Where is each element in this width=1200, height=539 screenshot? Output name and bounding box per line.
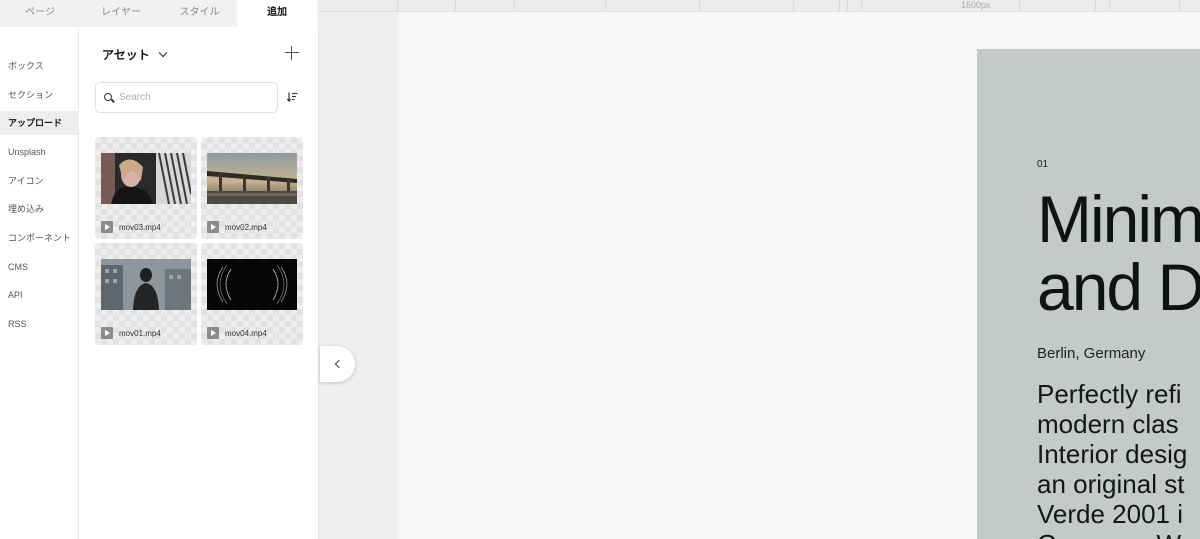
tab-style[interactable]: スタイル <box>162 0 237 27</box>
canvas-width-label: 1600px <box>961 0 991 10</box>
play-icon <box>101 221 113 233</box>
category-item-components[interactable]: コンポーネント <box>0 226 78 250</box>
section-number: 01 <box>1037 159 1049 170</box>
category-item-api[interactable]: API <box>0 283 78 307</box>
category-item-section[interactable]: セクション <box>0 83 78 107</box>
chevron-down-icon <box>158 48 168 57</box>
video-thumbnail-image <box>207 259 297 310</box>
section-location[interactable]: Berlin, Germany <box>1037 345 1145 362</box>
asset-tile-video[interactable]: mov01.mp4 <box>95 243 197 345</box>
search-icon <box>104 93 112 101</box>
top-ruler <box>319 0 1200 12</box>
video-thumbnail-image <box>101 259 191 310</box>
play-icon <box>207 221 219 233</box>
page-preview-section[interactable]: 01 Minim and De Berlin, Germany Perfectl… <box>977 49 1200 539</box>
asset-label-row: mov04.mp4 <box>207 327 267 339</box>
search-input[interactable] <box>119 83 269 112</box>
tab-page[interactable]: ページ <box>0 0 80 27</box>
sort-icon[interactable] <box>287 92 298 102</box>
asset-filename: mov02.mp4 <box>225 222 267 232</box>
category-item-rss[interactable]: RSS <box>0 312 78 336</box>
section-headline[interactable]: Minim and De <box>1037 185 1200 321</box>
category-item-icons[interactable]: アイコン <box>0 169 78 193</box>
category-item-cms[interactable]: CMS <box>0 255 78 279</box>
asset-label-row: mov01.mp4 <box>101 327 161 339</box>
asset-filename: mov04.mp4 <box>225 328 267 338</box>
play-icon <box>207 327 219 339</box>
asset-filename: mov03.mp4 <box>119 222 161 232</box>
tab-layers[interactable]: レイヤー <box>80 0 162 27</box>
collapse-panel-button[interactable] <box>320 346 355 382</box>
left-panel: ページ レイヤー スタイル 追加 ボックス セクション アップロード Unspl… <box>0 0 319 539</box>
asset-filename: mov01.mp4 <box>119 328 161 338</box>
video-thumbnail-image <box>101 153 191 204</box>
category-item-unsplash[interactable]: Unsplash <box>0 140 78 164</box>
video-thumbnail-image <box>207 153 297 204</box>
category-nav: ボックス セクション アップロード Unsplash アイコン 埋め込み コンポ… <box>0 27 79 539</box>
search-field[interactable] <box>95 82 278 113</box>
category-item-embed[interactable]: 埋め込み <box>0 197 78 221</box>
panel-tabs: ページ レイヤー スタイル 追加 <box>0 0 319 27</box>
tab-add[interactable]: 追加 <box>237 0 317 27</box>
category-item-box[interactable]: ボックス <box>0 54 78 78</box>
asset-label-row: mov03.mp4 <box>101 221 161 233</box>
asset-tile-video[interactable]: mov04.mp4 <box>201 243 303 345</box>
canvas-gutter <box>319 12 398 539</box>
category-item-upload[interactable]: アップロード <box>0 111 78 135</box>
asset-label-row: mov02.mp4 <box>207 221 267 233</box>
asset-tile-video[interactable]: mov02.mp4 <box>201 137 303 239</box>
asset-tile-video[interactable]: mov03.mp4 <box>95 137 197 239</box>
play-icon <box>101 327 113 339</box>
section-body-text[interactable]: Perfectly refi modern clas Interior desi… <box>1037 379 1187 539</box>
assets-dropdown[interactable]: アセット <box>102 46 168 63</box>
add-asset-plus-icon[interactable] <box>285 46 299 60</box>
assets-title: アセット <box>102 48 150 62</box>
